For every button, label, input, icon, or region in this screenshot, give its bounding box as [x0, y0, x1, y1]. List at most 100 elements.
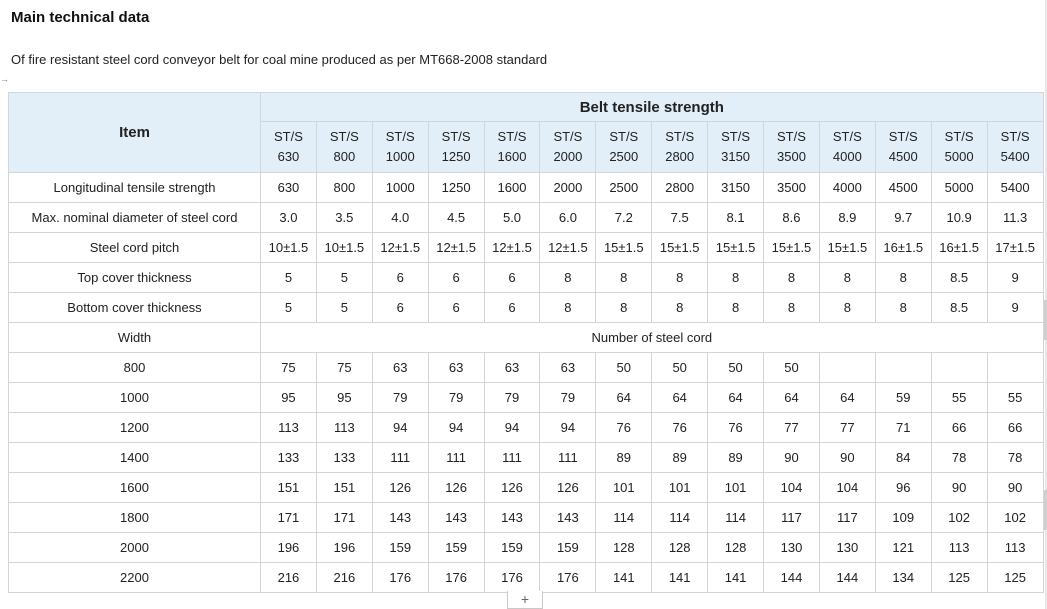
table-cell: 141	[707, 562, 765, 593]
table-cell: 8	[818, 262, 876, 293]
table-cell: 64	[707, 382, 765, 413]
table-cell: 111	[427, 442, 485, 473]
table-cell: 141	[651, 562, 709, 593]
table-cell: 1600	[483, 172, 541, 203]
grade-value: 4500	[888, 149, 918, 164]
add-row-button[interactable]: +	[507, 591, 543, 609]
table-cell: 71	[874, 412, 932, 443]
table-cell: 75	[260, 352, 317, 383]
grade-header: ST/S 4500	[874, 121, 932, 173]
table-cell: 216	[315, 562, 373, 593]
table-cell: 8.1	[707, 202, 765, 233]
table-cell: 64	[818, 382, 876, 413]
table-row: 1600 151 151 126 126 126 126 101 101 101 104 104 96 9…	[8, 472, 1044, 503]
table-cell: 5	[315, 292, 373, 323]
table-cell: 55	[930, 382, 988, 413]
width-value: 1600	[8, 472, 261, 503]
table-cell: 95	[260, 382, 317, 413]
table-cell: 16±1.5	[874, 232, 932, 263]
table-cell: 151	[260, 472, 317, 503]
table-row: Max. nominal diameter of steel cord 3.0 3.…	[8, 202, 1044, 233]
table-cell: 143	[427, 502, 485, 533]
table-cell: 144	[763, 562, 820, 593]
table-cell: 101	[707, 472, 765, 503]
page-subtitle: Of fire resistant steel cord conveyor be…	[11, 52, 548, 67]
table-cell: 55	[986, 382, 1044, 413]
table-cell: 8	[651, 292, 709, 323]
table-cell: 77	[818, 412, 876, 443]
table-cell: 90	[930, 472, 988, 503]
table-cell: 8	[763, 262, 820, 293]
table-cell: 64	[595, 382, 653, 413]
table-cell: 6	[371, 292, 429, 323]
table-cell: 3150	[707, 172, 765, 203]
table-cell: 114	[707, 502, 765, 533]
table-cell: 84	[874, 442, 932, 473]
table-cell: 10±1.5	[315, 232, 373, 263]
table-cell: 126	[539, 472, 597, 503]
table-cell: 101	[651, 472, 709, 503]
table-cell: 64	[651, 382, 709, 413]
grade-value: 800	[333, 149, 356, 164]
table-cell: 8.5	[930, 292, 988, 323]
table-cell: 121	[874, 532, 932, 563]
table-cell: 159	[483, 532, 541, 563]
table-cell: 113	[986, 532, 1044, 563]
table-cell: 113	[260, 412, 317, 443]
table-cell: 159	[539, 532, 597, 563]
table-cell: 10.9	[930, 202, 988, 233]
table-cell: 111	[483, 442, 541, 473]
table-cell: 104	[763, 472, 820, 503]
table-row: 2200 216 216 176 176 176 176 141 141 141 144 144 134…	[8, 562, 1044, 593]
table-cell: 89	[651, 442, 709, 473]
grade-value: 2800	[665, 149, 695, 164]
table-cell: 8	[539, 292, 597, 323]
table-cell: 8	[874, 292, 932, 323]
table-cell: 63	[427, 352, 485, 383]
table-cell: 109	[874, 502, 932, 533]
table-cell: 130	[818, 532, 876, 563]
table-row: Top cover thickness 5 5 6 6 6 8 8 8 8 8 8 8 8.5 9	[8, 262, 1044, 293]
table-cell: 8.9	[818, 202, 876, 233]
table-cell: 8	[707, 262, 765, 293]
grade-header: ST/S 1600	[483, 121, 541, 173]
table-cell: 78	[986, 442, 1044, 473]
table-cell: 16±1.5	[930, 232, 988, 263]
row-label: Longitudinal tensile strength	[8, 172, 261, 203]
table-cell: 630	[260, 172, 317, 203]
table-cell: 6	[427, 262, 485, 293]
table-cell: 50	[595, 352, 653, 383]
table-cell: 9	[986, 262, 1044, 293]
grade-value: 5000	[944, 149, 974, 164]
width-value: 1800	[8, 502, 261, 533]
table-cell: 102	[986, 502, 1044, 533]
paragraph-marker-icon: →	[0, 74, 9, 84]
table-cell: 7.5	[651, 202, 709, 233]
row-label: Bottom cover thickness	[8, 292, 261, 323]
table-cell: 171	[315, 502, 373, 533]
table-cell: 89	[707, 442, 765, 473]
grade-header: ST/S 1250	[427, 121, 485, 173]
table-cell: 102	[930, 502, 988, 533]
table-cell: 79	[483, 382, 541, 413]
width-value: 1400	[8, 442, 261, 473]
table-cell	[818, 352, 876, 383]
table-cell: 8	[595, 292, 653, 323]
table-row: 1800 171 171 143 143 143 143 114 114 114 117 117 109…	[8, 502, 1044, 533]
table-cell: 15±1.5	[763, 232, 820, 263]
table-cell: 4500	[874, 172, 932, 203]
belt-tensile-strength-header: Belt tensile strength	[260, 92, 1044, 122]
table-cell: 76	[595, 412, 653, 443]
table-cell: 113	[315, 412, 373, 443]
table-cell: 63	[539, 352, 597, 383]
table-cell: 126	[427, 472, 485, 503]
table-cell: 133	[260, 442, 317, 473]
table-cell: 12±1.5	[371, 232, 429, 263]
table-cell: 113	[930, 532, 988, 563]
width-value: 2000	[8, 532, 261, 563]
grade-header: ST/S 2500	[595, 121, 653, 173]
table-cell: 171	[260, 502, 317, 533]
table-cell: 7.2	[595, 202, 653, 233]
technical-data-table: Item Belt tensile strength ST/S 630 ST/S 800 S…	[8, 92, 1044, 593]
table-cell: 126	[483, 472, 541, 503]
